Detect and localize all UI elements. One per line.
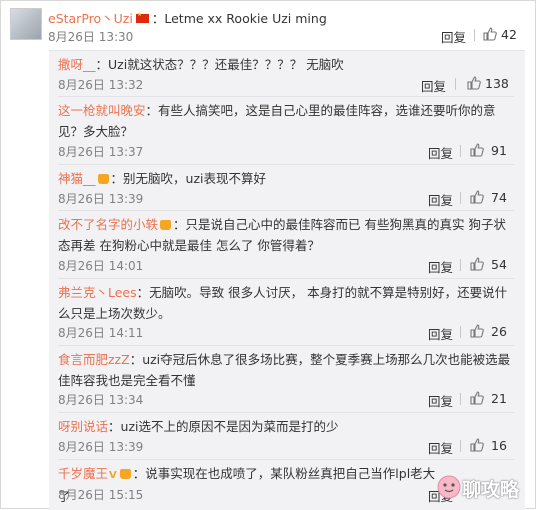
reply-button[interactable]: 回复 <box>428 324 453 343</box>
thumb-up-icon[interactable] <box>466 75 482 91</box>
reply-username[interactable]: 弗兰克丶Lees <box>58 285 137 300</box>
reply-divider <box>58 96 514 97</box>
reply-text: Uzi就这状态？？？还最佳？？？？ 无脑吹 <box>108 57 344 72</box>
like-count: 26 <box>491 324 507 339</box>
reply-text: uzi选不上的原因不是因为菜而是打的少 <box>120 419 339 434</box>
thumb-up-icon[interactable] <box>469 256 485 272</box>
reply-item: 改不了名字的小轶 ：只是说自己心中的最佳阵容而已 有些狗黑真的真实 狗子状态再差 … <box>58 217 506 253</box>
like-count: 42 <box>501 27 517 42</box>
reply-time: 8月26日 13:34 <box>58 393 144 407</box>
like-count: 74 <box>491 190 507 205</box>
reply-button[interactable]: 回复 <box>428 190 453 209</box>
crown-icon <box>119 469 131 479</box>
vip-badge-icon: V <box>109 470 117 481</box>
crown-icon <box>160 220 172 230</box>
divider <box>474 29 475 41</box>
comment-time: 8月26日 13:30 <box>48 30 134 44</box>
reply-button[interactable]: 回复 <box>428 438 453 457</box>
reply-item: 神猫__ ：别无脑吹，uzi表现不算好 <box>58 171 266 186</box>
reply-button[interactable]: 回复 <box>441 27 466 46</box>
reply-time: 8月26日 13:39 <box>58 192 144 206</box>
thumb-up-icon[interactable] <box>469 323 485 339</box>
colon: ： <box>151 11 165 26</box>
comment-line: eStarPro丶Uzi ：Letme xx Rookie Uzi ming <box>48 8 327 27</box>
username-link[interactable]: eStarPro丶Uzi <box>48 11 133 26</box>
reply-username[interactable]: 食言而肥zzZ <box>58 352 130 367</box>
reply-item: 这一枪就叫晚安：有些人搞笑吧，这是自己心里的最佳阵容，选谁还要听你的意见？多大脸… <box>58 103 496 139</box>
like-count: 54 <box>491 257 507 272</box>
reply-time: 8月26日 14:01 <box>58 259 144 273</box>
reply-button[interactable]: 回复 <box>421 76 446 95</box>
divider <box>460 326 461 338</box>
reply-username[interactable]: 撒呀__ <box>58 57 96 72</box>
avatar[interactable] <box>10 8 42 40</box>
reply-time: 8月26日 13:39 <box>58 440 144 454</box>
reply-time: 8月26日 13:32 <box>58 78 144 92</box>
divider <box>455 78 456 90</box>
reply-button[interactable]: 回复 <box>428 143 453 162</box>
reply-divider <box>58 278 514 279</box>
reply-username[interactable]: 改不了名字的小轶 <box>58 217 158 232</box>
like-count: 21 <box>491 391 507 406</box>
thumb-up-icon[interactable] <box>469 390 485 406</box>
reply-item: 撒呀__：Uzi就这状态？？？还最佳？？？？ 无脑吹 <box>58 57 344 72</box>
reply-username[interactable]: 千岁魔王 <box>58 466 108 481</box>
like-count: 16 <box>491 438 507 453</box>
reply-item: 弗兰克丶Lees：无脑吹。导致 很多人讨厌， 本身打的就不算是特别好，还要说什么… <box>58 285 508 321</box>
like-count: 138 <box>485 76 509 91</box>
reply-divider <box>58 459 514 460</box>
divider <box>460 393 461 405</box>
divider <box>460 259 461 271</box>
reply-username[interactable]: 呀别说话 <box>58 419 108 434</box>
reply-item: 呀别说话：uzi选不上的原因不是因为菜而是打的少 <box>58 419 339 434</box>
reply-time: 8月26日 13:37 <box>58 145 144 159</box>
china-flag-icon <box>135 11 149 23</box>
reply-button[interactable]: 回复 <box>428 391 453 410</box>
thumb-up-icon[interactable] <box>469 189 485 205</box>
like-count: 91 <box>491 143 507 158</box>
reply-username[interactable]: 这一枪就叫晚安 <box>58 103 146 118</box>
reply-item: 食言而肥zzZ：uzi夺冠后休息了很多场比赛，整个夏季赛上场那么几次也能被选最佳… <box>58 352 511 388</box>
comment-text: Letme xx Rookie Uzi ming <box>164 11 327 26</box>
reply-text: 别无脑吹，uzi表现不算好 <box>123 171 266 186</box>
thumb-up-icon[interactable] <box>482 26 498 42</box>
reply-divider <box>58 210 514 211</box>
divider <box>460 192 461 204</box>
divider <box>460 145 461 157</box>
reply-time: 8月26日 15:15 <box>58 488 144 502</box>
main-comment: eStarPro丶Uzi ：Letme xx Rookie Uzi ming 8月… <box>0 0 536 50</box>
reply-divider <box>58 412 514 413</box>
reply-divider <box>58 164 514 165</box>
reply-button[interactable]: 回复 <box>428 257 453 276</box>
thumb-up-icon[interactable] <box>469 437 485 453</box>
crown-icon <box>97 174 109 184</box>
divider <box>460 440 461 452</box>
thumb-up-icon[interactable] <box>469 142 485 158</box>
reply-time: 8月26日 14:11 <box>58 326 144 340</box>
reply-username[interactable]: 神猫__ <box>58 171 96 186</box>
watermark-text: 聊攻略 <box>462 479 520 501</box>
reply-divider <box>58 345 514 346</box>
